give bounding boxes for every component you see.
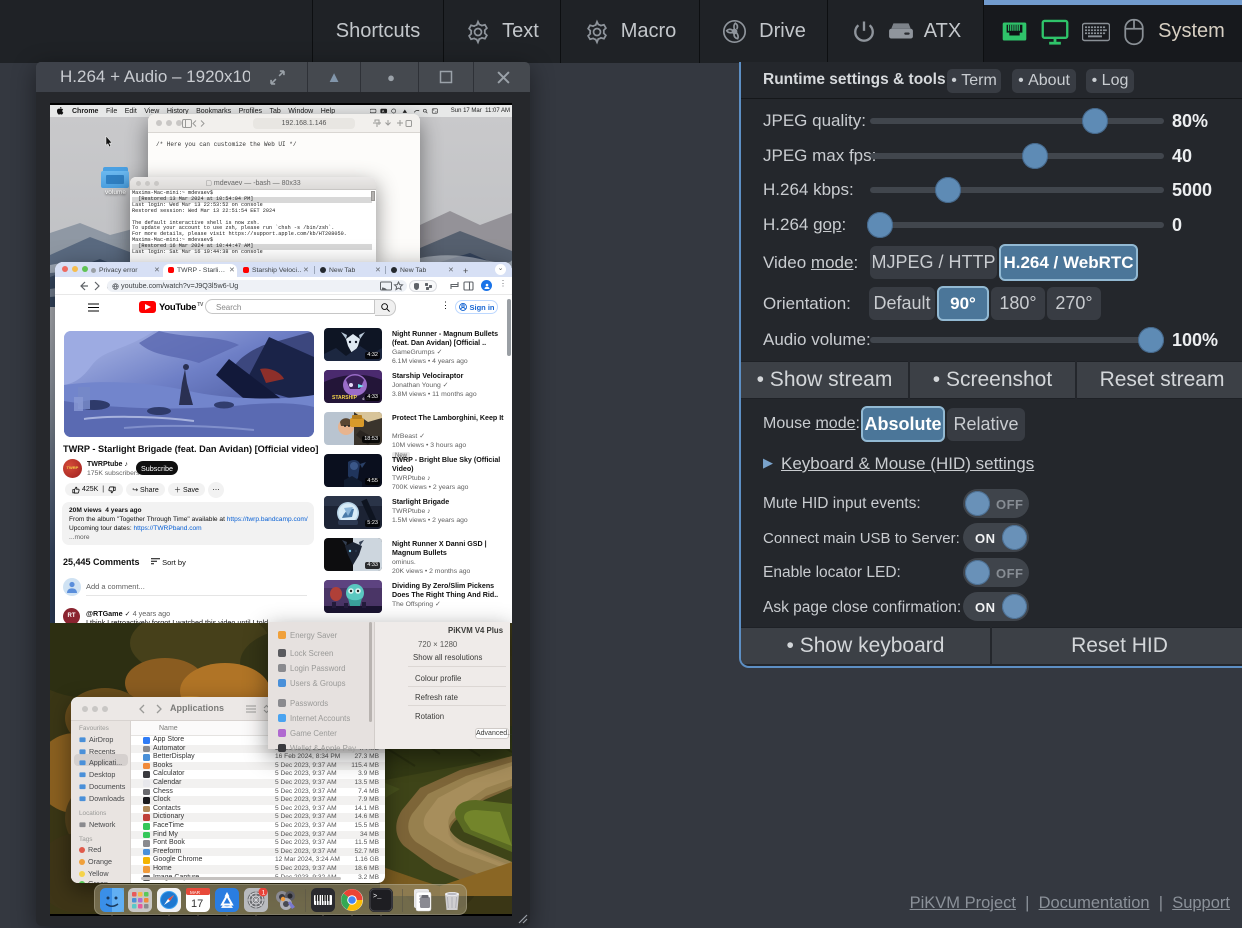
svg-text:MAR: MAR: [190, 890, 201, 895]
svg-text:STARSHIP: STARSHIP: [332, 395, 358, 401]
svg-text:>_: >_: [373, 893, 382, 901]
svg-text:17: 17: [191, 898, 203, 910]
svg-text:1: 1: [262, 890, 266, 897]
